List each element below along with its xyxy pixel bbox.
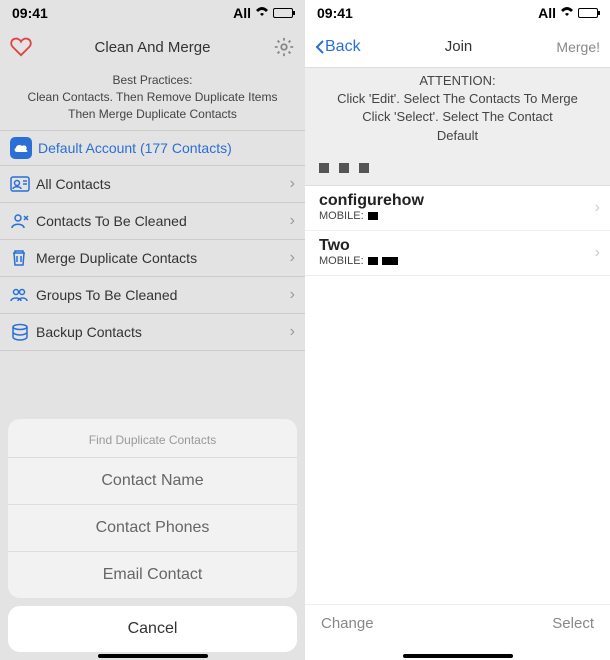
bp-line2: Clean Contacts. Then Remove Duplicate It… <box>4 89 301 106</box>
status-right: All <box>233 5 293 21</box>
status-bar: 09:41 All <box>0 0 305 26</box>
menu-label: Merge Duplicate Contacts <box>36 250 290 266</box>
wifi-icon <box>560 5 574 21</box>
group-clean-icon <box>10 287 36 303</box>
home-indicator[interactable] <box>98 654 208 658</box>
wifi-icon <box>255 5 269 21</box>
chevron-right-icon: › <box>290 323 295 341</box>
best-practices: Best Practices: Clean Contacts. Then Rem… <box>0 68 305 130</box>
chevron-left-icon <box>315 39 325 55</box>
sheet-cancel-button[interactable]: Cancel <box>8 606 297 652</box>
battery-icon <box>273 8 293 18</box>
mobile-label: MOBILE: <box>319 210 364 222</box>
default-account-row[interactable]: Default Account (177 Contacts) <box>0 130 305 166</box>
back-label: Back <box>325 38 361 56</box>
status-right: All <box>538 5 598 21</box>
left-phone-screen: 09:41 All Clean And Merge Best Practices… <box>0 0 305 660</box>
contact-mobile: MOBILE: <box>319 210 596 222</box>
nav-bar: Clean And Merge <box>0 26 305 68</box>
chevron-right-icon: › <box>290 175 295 193</box>
dot-icon <box>319 163 329 173</box>
menu-label: Groups To Be Cleaned <box>36 287 290 303</box>
contact-name: Two <box>319 237 596 255</box>
dot-icon <box>359 163 369 173</box>
menu-contacts-to-clean[interactable]: Contacts To Be Cleaned › <box>0 203 305 240</box>
status-time: 09:41 <box>317 5 353 21</box>
menu-label: Backup Contacts <box>36 324 290 340</box>
heart-icon[interactable] <box>10 36 32 58</box>
bottom-toolbar: Change Select <box>305 604 610 642</box>
contact-name: configurehow <box>319 192 596 210</box>
chevron-right-icon: › <box>595 244 600 262</box>
redacted-icon <box>368 212 378 220</box>
menu-all-contacts[interactable]: All Contacts › <box>0 166 305 203</box>
contact-mobile: MOBILE: <box>319 255 596 267</box>
section-indicator <box>305 151 610 186</box>
dot-icon <box>339 163 349 173</box>
sheet-title: Find Duplicate Contacts <box>8 419 297 457</box>
account-label: Default Account (177 Contacts) <box>38 140 232 156</box>
chevron-right-icon: › <box>290 249 295 267</box>
menu-groups-to-clean[interactable]: Groups To Be Cleaned › <box>0 277 305 314</box>
redacted-icon <box>368 257 378 265</box>
contacts-icon <box>10 176 36 192</box>
carrier-label: All <box>538 5 556 21</box>
bp-line3: Then Merge Duplicate Contacts <box>4 106 301 123</box>
back-button[interactable]: Back <box>315 38 361 56</box>
status-bar: 09:41 All <box>305 0 610 26</box>
right-phone-screen: 09:41 All Back Join Merge! ATTENTION: Cl… <box>305 0 610 660</box>
select-button[interactable]: Select <box>552 615 594 632</box>
home-indicator[interactable] <box>403 654 513 658</box>
nav-title: Join <box>445 38 473 55</box>
person-clean-icon <box>10 213 36 229</box>
backup-icon <box>10 323 36 341</box>
chevron-right-icon: › <box>290 286 295 304</box>
change-button[interactable]: Change <box>321 615 374 632</box>
sheet-contact-name[interactable]: Contact Name <box>8 457 297 504</box>
status-time: 09:41 <box>12 5 48 21</box>
menu-label: All Contacts <box>36 176 290 192</box>
attention-title: ATTENTION: <box>311 72 604 90</box>
menu-merge-duplicate[interactable]: Merge Duplicate Contacts › <box>0 240 305 277</box>
contact-row-2[interactable]: Two MOBILE: › <box>305 231 610 276</box>
menu-label: Contacts To Be Cleaned <box>36 213 290 229</box>
chevron-right-icon: › <box>290 212 295 230</box>
attention-line3: Default <box>311 127 604 145</box>
bp-line1: Best Practices: <box>4 72 301 89</box>
merge-button[interactable]: Merge! <box>556 39 600 55</box>
mobile-label: MOBILE: <box>319 255 364 267</box>
attention-line1: Click 'Edit'. Select The Contacts To Mer… <box>311 90 604 108</box>
menu-backup-contacts[interactable]: Backup Contacts › <box>0 314 305 351</box>
chevron-right-icon: › <box>595 199 600 217</box>
action-sheet: Find Duplicate Contacts Contact Name Con… <box>8 419 297 652</box>
nav-bar: Back Join Merge! <box>305 26 610 68</box>
attention-banner: ATTENTION: Click 'Edit'. Select The Cont… <box>305 68 610 151</box>
sheet-email-contact[interactable]: Email Contact <box>8 551 297 598</box>
battery-icon <box>578 8 598 18</box>
gear-icon[interactable] <box>273 36 295 58</box>
attention-line2: Click 'Select'. Select The Contact <box>311 108 604 126</box>
sheet-contact-phones[interactable]: Contact Phones <box>8 504 297 551</box>
contact-row-1[interactable]: configurehow MOBILE: › <box>305 186 610 231</box>
nav-title: Clean And Merge <box>95 39 211 56</box>
carrier-label: All <box>233 5 251 21</box>
cloud-icon <box>10 137 32 159</box>
redacted-icon <box>382 257 398 265</box>
trash-icon <box>10 249 36 267</box>
sheet-options: Find Duplicate Contacts Contact Name Con… <box>8 419 297 598</box>
